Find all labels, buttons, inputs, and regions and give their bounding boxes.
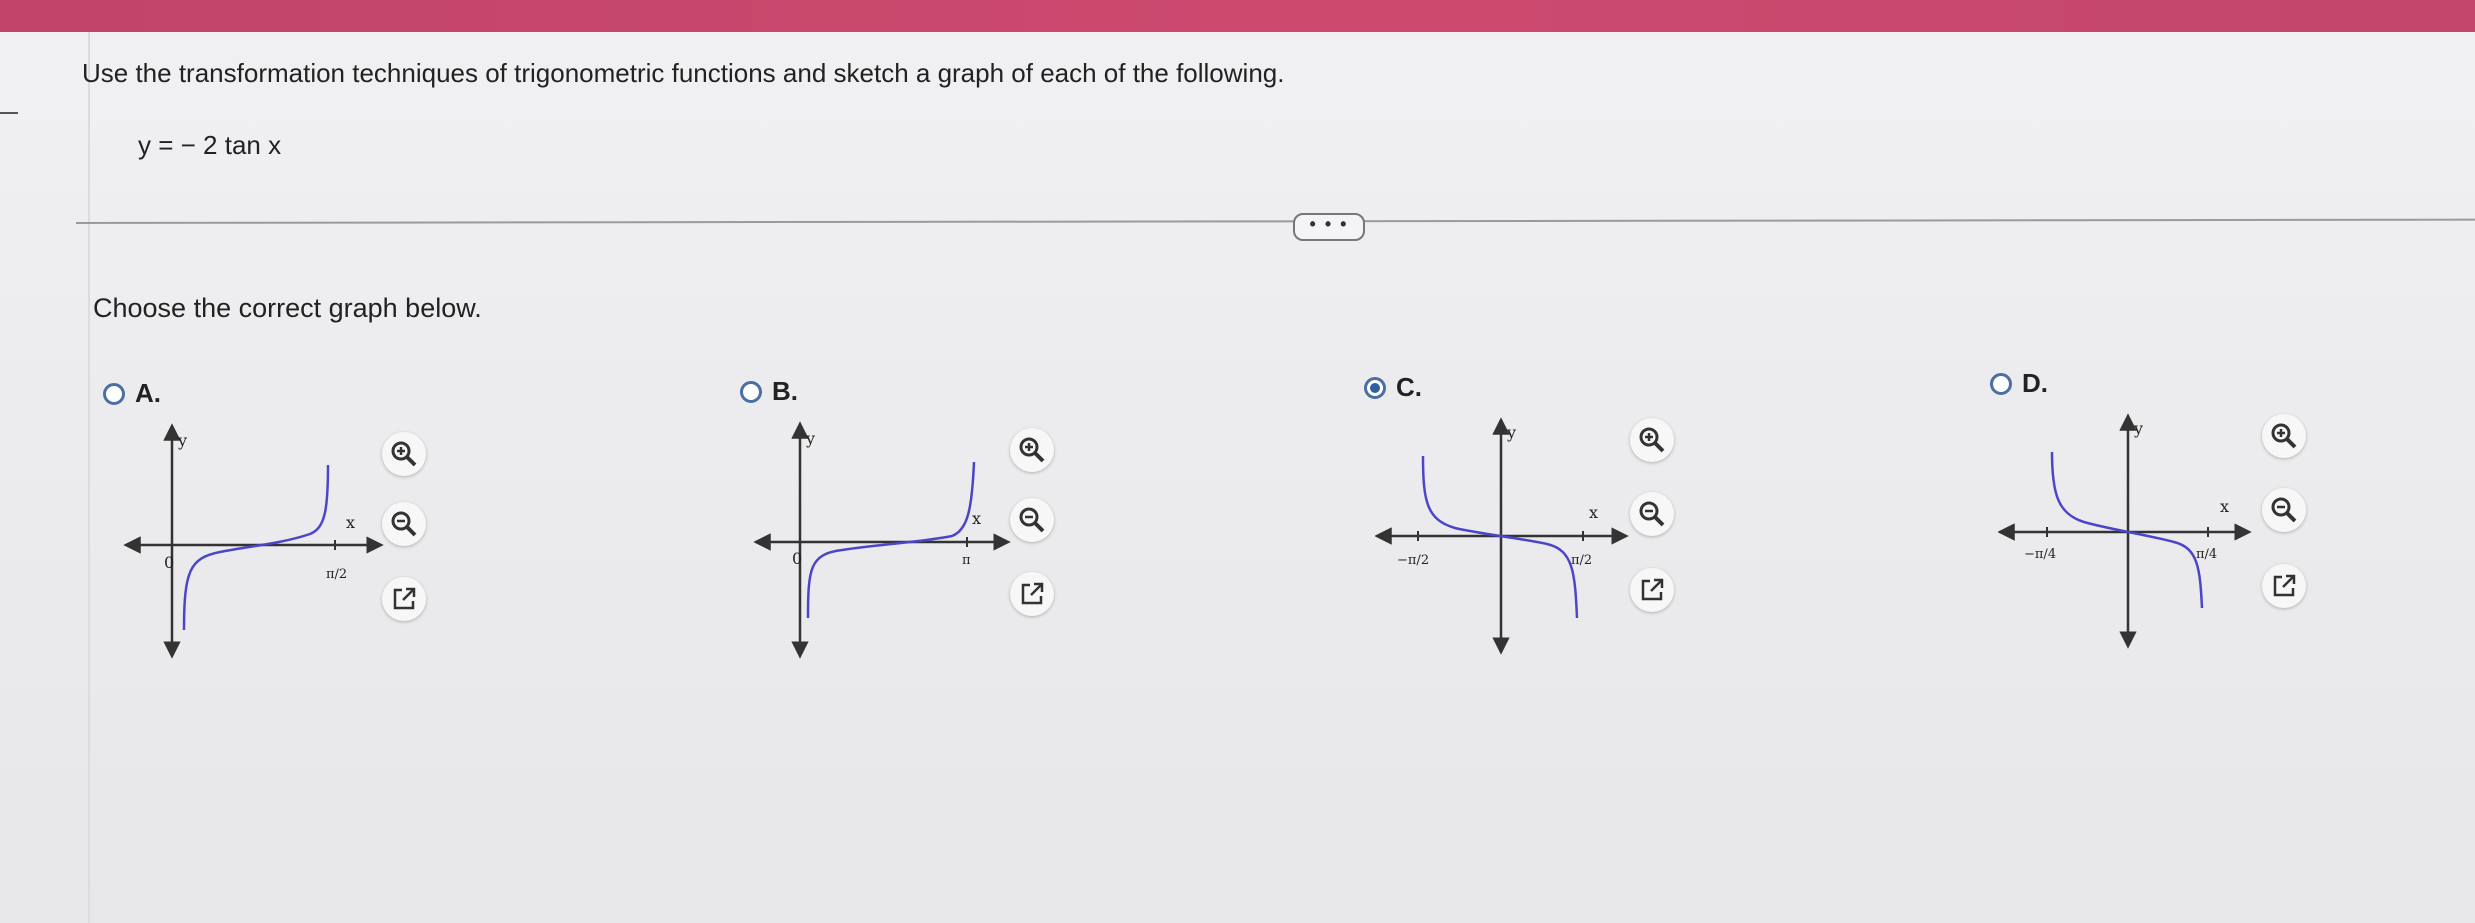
option-a-zoom-in[interactable]	[382, 432, 426, 476]
graph-b-curve	[806, 461, 976, 619]
zoom-in-icon	[2271, 423, 2297, 449]
graph-a-tick-right: π/2	[326, 567, 347, 582]
left-margin-rule	[88, 32, 90, 923]
graph-d-tick-left: −π/4	[2024, 547, 2056, 562]
choose-prompt: Choose the correct graph below.	[93, 293, 482, 323]
zoom-out-icon	[2271, 497, 2297, 523]
option-a-open[interactable]	[382, 577, 426, 621]
option-a-radio[interactable]	[103, 382, 125, 405]
option-a[interactable]: A.	[103, 378, 161, 409]
graph-c: y x −π/2 π/2	[1375, 417, 1629, 655]
open-new-window-icon	[2273, 574, 2296, 597]
option-b-zoom-out[interactable]	[1010, 498, 1054, 542]
graph-c-tick-left: −π/2	[1397, 553, 1429, 568]
option-a-label: A.	[135, 378, 161, 408]
graph-a-y-label: y	[177, 431, 187, 450]
open-new-window-icon	[393, 587, 416, 610]
open-new-window-icon	[1641, 578, 1664, 601]
option-d[interactable]: D.	[1990, 368, 2048, 399]
zoom-in-icon	[1639, 427, 1665, 453]
graph-d-tick-right: π/4	[2196, 547, 2217, 562]
zoom-out-icon	[1639, 501, 1665, 527]
option-c-open[interactable]	[1630, 568, 1674, 612]
option-a-zoom-out[interactable]	[382, 502, 426, 546]
option-d-label: D.	[2022, 368, 2048, 398]
option-c[interactable]: C.	[1364, 372, 1422, 403]
left-edge-tick	[0, 112, 18, 114]
option-b-zoom-in[interactable]	[1010, 428, 1054, 472]
graph-b-origin-label: 0	[792, 549, 802, 568]
graph-c-x-label: x	[1589, 503, 1598, 522]
option-b-label: B.	[772, 376, 798, 406]
section-divider	[75, 218, 2475, 224]
option-c-label: C.	[1396, 372, 1422, 402]
option-b-open[interactable]	[1010, 572, 1054, 616]
open-new-window-icon	[1021, 582, 1044, 605]
graph-b: y x 0 π	[753, 421, 1011, 659]
zoom-in-icon	[391, 441, 417, 467]
option-d-zoom-out[interactable]	[2262, 488, 2306, 532]
graph-b-x-label: x	[972, 509, 981, 528]
graph-b-y-label: y	[805, 429, 815, 448]
graph-d-x-label: x	[2220, 497, 2229, 516]
option-b-radio[interactable]	[740, 380, 762, 403]
graph-a-origin-label: 0	[164, 553, 174, 572]
top-accent-band	[0, 0, 2475, 32]
option-c-radio[interactable]	[1364, 376, 1386, 399]
zoom-out-icon	[1019, 507, 1045, 533]
question-instruction: Use the transformation techniques of tri…	[82, 58, 1285, 88]
graph-d-y-label: y	[2133, 419, 2143, 438]
graph-b-tick-right: π	[962, 553, 971, 568]
option-d-radio[interactable]	[1990, 372, 2012, 395]
graph-c-tick-right: π/2	[1571, 553, 1592, 568]
graph-a-curve	[182, 464, 330, 631]
graph-a-x-label: x	[346, 513, 355, 532]
graph-c-y-label: y	[1506, 423, 1516, 442]
option-b[interactable]: B.	[740, 376, 798, 407]
expand-more-button[interactable]: • • •	[1293, 213, 1365, 241]
graph-d: y x −π/4 π/4	[1998, 413, 2252, 649]
option-c-zoom-out[interactable]	[1630, 492, 1674, 536]
option-c-zoom-in[interactable]	[1630, 418, 1674, 462]
zoom-in-icon	[1019, 437, 1045, 463]
zoom-out-icon	[391, 511, 417, 537]
option-d-zoom-in[interactable]	[2262, 414, 2306, 458]
option-d-open[interactable]	[2262, 564, 2306, 608]
graph-a: y x 0 π/2	[123, 423, 384, 659]
question-equation: y = − 2 tan x	[138, 130, 282, 160]
